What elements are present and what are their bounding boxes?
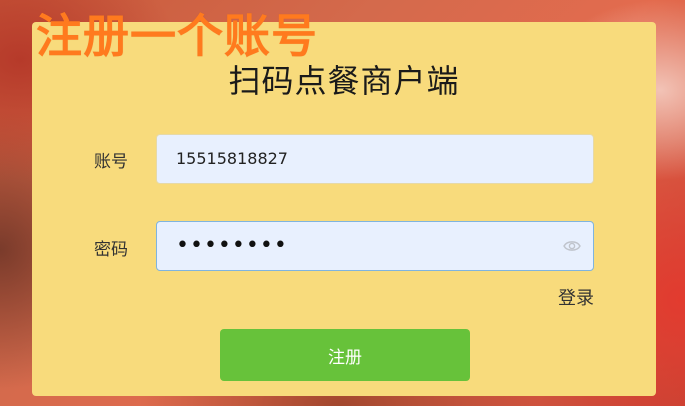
overlay-headline: 注册一个账号: [36, 9, 318, 63]
eye-icon[interactable]: [563, 238, 581, 254]
register-button[interactable]: 注册: [220, 329, 470, 381]
register-card: 扫码点餐商户端 账号 15515818827 密码 •••••••• 登录 注册: [32, 22, 656, 396]
login-link[interactable]: 登录: [558, 284, 594, 310]
account-label: 账号: [94, 152, 128, 172]
password-label: 密码: [94, 240, 128, 260]
account-input-value: 15515818827: [176, 149, 288, 168]
account-input[interactable]: 15515818827: [156, 134, 594, 184]
password-input[interactable]: ••••••••: [156, 221, 594, 271]
password-input-value: ••••••••: [176, 233, 288, 258]
